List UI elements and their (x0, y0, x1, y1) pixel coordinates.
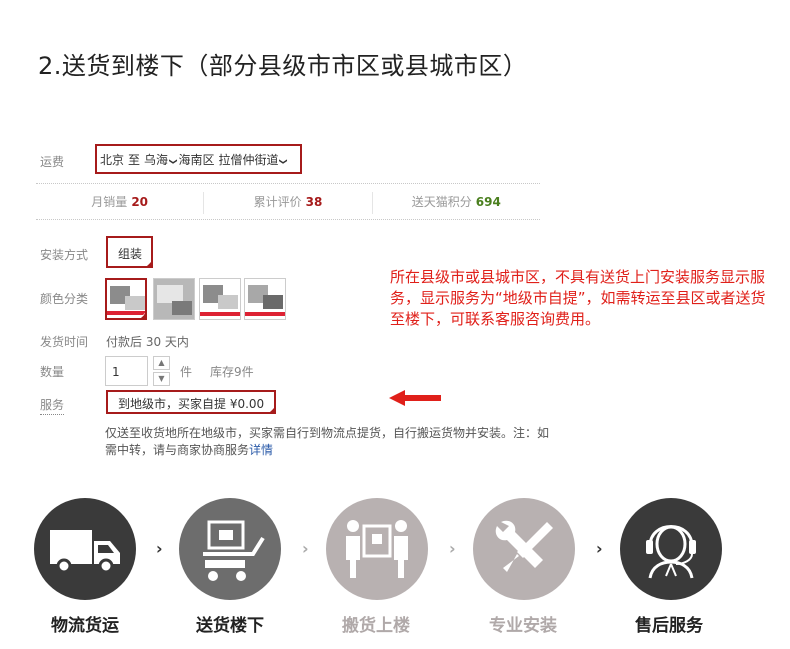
quantity-decrease-button[interactable]: ▼ (153, 372, 170, 386)
step-label-installation: 专业安装 (489, 616, 557, 636)
shipping-street[interactable]: 拉僧仲街道 (218, 153, 278, 167)
step-label-after-sales: 售后服务 (635, 616, 703, 636)
chevron-down-icon[interactable]: ❯ (279, 158, 288, 165)
selected-check-icon (139, 312, 145, 318)
chevron-right-icon: › (596, 539, 603, 558)
chevron-right-icon: › (302, 539, 309, 558)
arrow-left-icon (389, 390, 441, 406)
step-label-logistics: 物流货运 (51, 616, 119, 636)
step-label-downstairs-delivery: 送货楼下 (196, 616, 264, 636)
color-swatch[interactable] (105, 278, 147, 320)
shipping-district[interactable]: 海南区 (178, 153, 214, 167)
service-details-link[interactable]: 详情 (249, 443, 273, 457)
quantity-input[interactable]: 1 (105, 356, 148, 386)
selected-check-icon (268, 406, 276, 414)
quantity-label: 数量 (40, 365, 65, 379)
stock-count: 库存9件 (210, 365, 254, 379)
shipping-location-selector[interactable]: 北京至乌海❯海南区 拉僧仲街道❯ (95, 144, 302, 174)
selected-check-icon (145, 260, 153, 268)
service-option-label: 到地级市，买家自提 ¥0.00 (118, 397, 265, 411)
service-option-self-pickup[interactable]: 到地级市，买家自提 ¥0.00 (106, 390, 276, 414)
tools-icon (473, 498, 575, 600)
chevron-right-icon: › (156, 539, 163, 558)
install-option-label: 组装 (118, 247, 143, 261)
page-title: 2.送货到楼下（部分县级市市区或县城市区） (38, 52, 528, 80)
color-swatch[interactable] (153, 278, 195, 320)
tmall-points: 送天猫积分 694 (371, 192, 540, 214)
shipping-city[interactable]: 乌海 (144, 153, 168, 167)
tmall-points-value: 694 (475, 195, 501, 209)
shipping-label: 运费 (40, 155, 65, 169)
review-count[interactable]: 累计评价 38 (203, 192, 371, 214)
review-count-value: 38 (305, 195, 323, 209)
delivery-time-value: 付款后 30 天内 (106, 335, 189, 349)
chevron-down-icon[interactable]: ❯ (169, 158, 178, 165)
shipping-origin: 北京 (100, 153, 125, 167)
monthly-sales: 月销量 20 (91, 195, 149, 209)
divider (36, 219, 540, 220)
headset-icon (620, 498, 722, 600)
color-label: 颜色分类 (40, 292, 89, 306)
quantity-increase-button[interactable]: ▲ (153, 356, 170, 370)
quantity-unit: 件 (180, 365, 193, 379)
install-label: 安装方式 (40, 248, 89, 262)
service-label[interactable]: 服务 (40, 396, 65, 415)
stats-bar: 月销量 20 累计评价 38 送天猫积分 694 (36, 192, 540, 214)
annotation-text: 所在县级市或县城市区，不具有送货上门安装服务显示服务，显示服务为“地级市自提”，… (390, 268, 766, 328)
step-label-carry-upstairs: 搬货上楼 (342, 616, 410, 636)
color-swatch[interactable] (244, 278, 286, 320)
hand-truck-icon (179, 498, 281, 600)
divider (36, 183, 540, 184)
shipping-to-word: 至 (128, 153, 141, 167)
color-swatch[interactable] (199, 278, 241, 320)
install-option-assembly[interactable]: 组装 (106, 236, 153, 268)
service-note: 仅送至收货地所在地级市，买家需自行到物流点提货，自行搬运货物并安装。注：如需中转… (105, 426, 550, 457)
truck-icon (34, 498, 136, 600)
chevron-right-icon: › (449, 539, 456, 558)
delivery-time-label: 发货时间 (40, 335, 89, 349)
movers-icon (326, 498, 428, 600)
monthly-sales-value: 20 (131, 195, 149, 209)
